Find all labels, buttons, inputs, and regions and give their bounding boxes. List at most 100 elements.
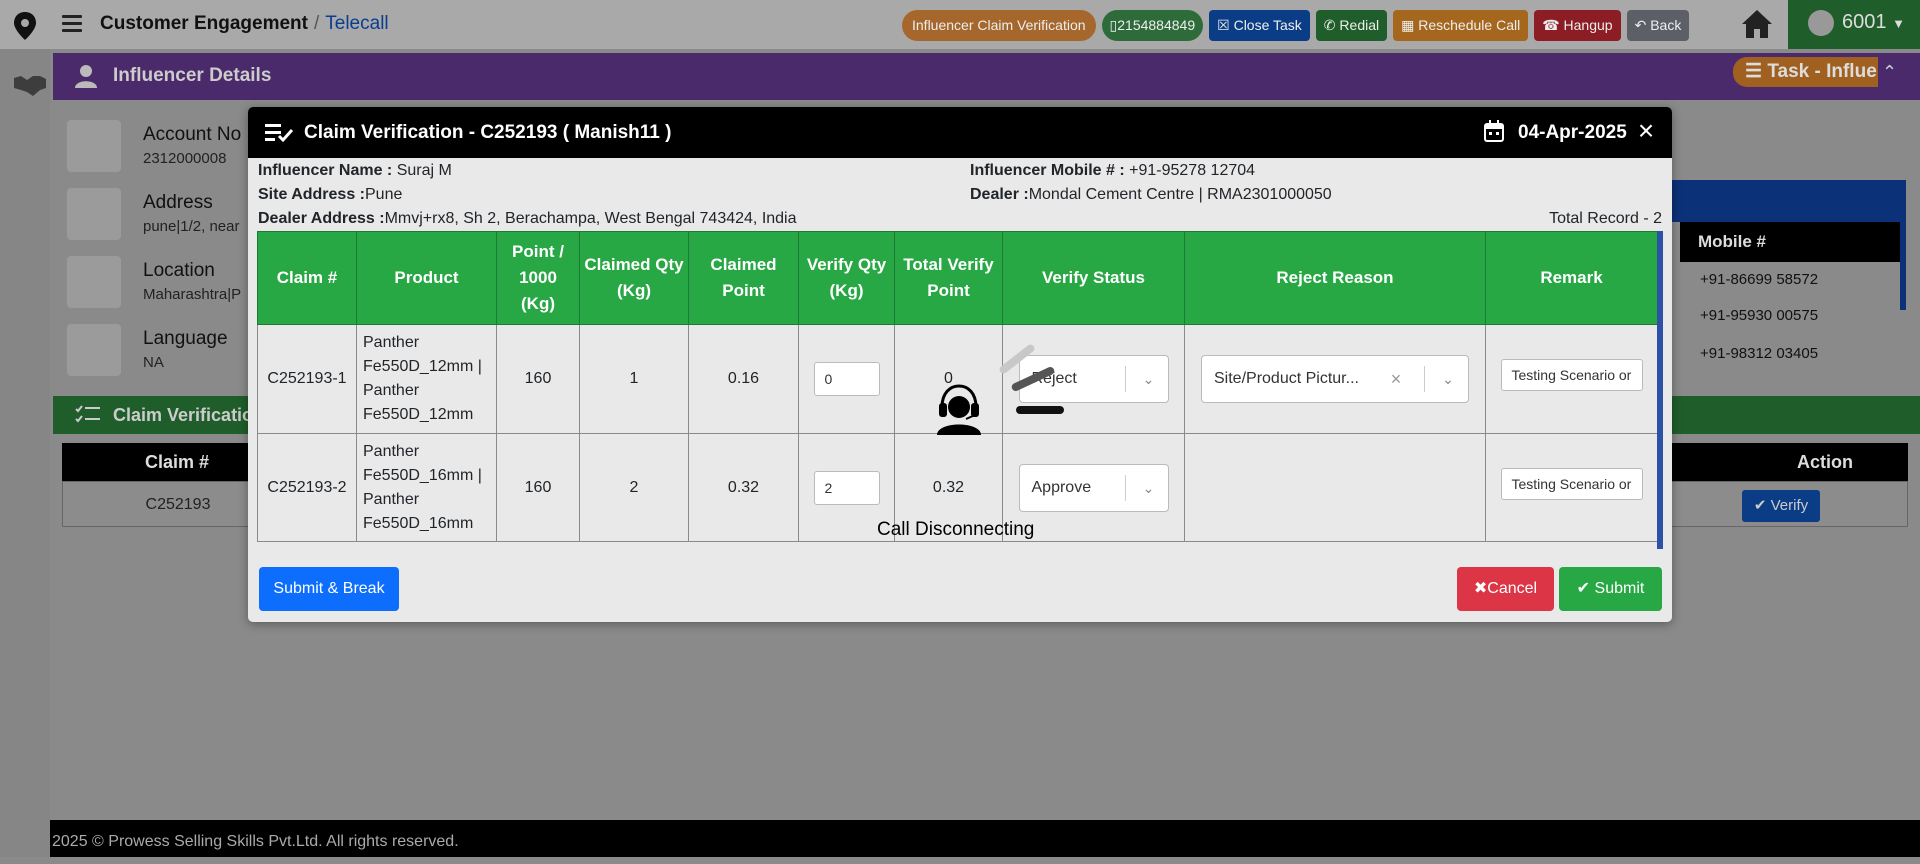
verify-qty-input[interactable]: 2 <box>813 470 880 505</box>
breadcrumb: Customer Engagement / Telecall <box>100 13 389 35</box>
breadcrumb-main: Customer Engagement <box>100 13 308 34</box>
site-address-value: Pune <box>365 186 403 203</box>
dealer-label: Dealer : <box>970 186 1029 203</box>
dealer-address: Dealer Address :Mmvj+rx8, Sh 2, Beracham… <box>258 210 797 228</box>
home-icon[interactable] <box>1740 8 1774 40</box>
col-claimed-qty: Claimed Qty (Kg) <box>579 231 689 325</box>
influencer-info-card: Account No 2312000008 Address pune|1/2, … <box>53 108 253 388</box>
cancel-label: Cancel <box>1487 580 1538 597</box>
chevron-down-icon: ▼ <box>1892 16 1905 31</box>
reschedule-call-button[interactable]: ▦ Reschedule Call <box>1393 10 1529 41</box>
task-pill[interactable]: ☰ Task - Influe <box>1733 57 1878 87</box>
redial-button[interactable]: ✆ Redial <box>1315 10 1388 41</box>
panel-title: Influencer Details <box>113 65 272 86</box>
scrollbar[interactable] <box>1657 231 1663 549</box>
phone-number: 2154884849 <box>1117 17 1196 33</box>
modal-date: 04-Apr-2025 <box>1518 122 1627 143</box>
verify-button[interactable]: ✔ Verify <box>1742 490 1820 522</box>
mobile-cell: +91-86699 58572 <box>1700 271 1819 288</box>
scrollbar[interactable] <box>1900 180 1906 310</box>
dealer-address-label: Dealer Address : <box>258 210 385 227</box>
submit-button[interactable]: ✔ Submit <box>1559 567 1662 611</box>
influencer-details-header[interactable]: Influencer Details <box>53 53 1920 100</box>
info-value: Maharashtra|P <box>143 286 242 303</box>
dealer-value: Mondal Cement Centre | RMA2301000050 <box>1028 186 1332 203</box>
close-task-label: Close Task <box>1233 17 1302 33</box>
verify-status-value: Approve <box>1031 478 1092 496</box>
house-icon <box>67 188 121 240</box>
close-icon: ✖ <box>1473 580 1488 597</box>
action-column-header: Action <box>1797 452 1853 472</box>
col-reject-reason: Reject Reason <box>1184 231 1486 325</box>
col-claimed-point: Claimed Point <box>688 231 799 325</box>
verify-label: Verify <box>1770 497 1809 514</box>
influencer-mobile-label: Influencer Mobile # : <box>970 162 1125 179</box>
chevron-down-icon: ⌄ <box>1142 479 1155 496</box>
chevron-down-icon: ⌄ <box>1142 371 1155 387</box>
close-box-icon: ☒ <box>1217 17 1234 33</box>
site-address: Site Address :Pune <box>258 186 402 204</box>
modal-title: Claim Verification - C252193 ( Manish11 … <box>304 122 672 143</box>
info-value: NA <box>143 354 164 371</box>
loading-spinner-segment <box>1016 406 1064 414</box>
menu-icon[interactable] <box>62 15 82 33</box>
influencer-mobile: Influencer Mobile # : +91-95278 12704 <box>970 162 1255 180</box>
reject-reason-select[interactable]: Site/Product Pictur... × ⌄ <box>1201 355 1469 403</box>
claimed-point-cell: 0.32 <box>688 433 799 542</box>
verify-qty-input[interactable]: 0 <box>813 362 880 396</box>
total-record: Total Record - 2 <box>1549 210 1662 227</box>
col-claim: Claim # <box>257 231 357 325</box>
dealer-address-value: Mmvj+rx8, Sh 2, Berachampa, West Bengal … <box>384 210 797 227</box>
list-check-icon <box>265 124 293 142</box>
verify-status-select[interactable]: Approve ⌄ <box>1018 463 1169 512</box>
claim-cell: C252193-1 <box>257 324 357 434</box>
remark-input[interactable]: Testing Scenario or <box>1500 359 1643 391</box>
claimed-qty-cell: 2 <box>579 433 689 542</box>
mobile-cell: +91-95930 00575 <box>1700 307 1819 324</box>
handshake-icon[interactable] <box>13 72 47 98</box>
avatar <box>1808 9 1834 36</box>
mobile-column-header: Mobile # <box>1680 222 1904 262</box>
clear-icon[interactable]: × <box>1384 356 1408 402</box>
mobile-cell: +91-98312 03405 <box>1700 345 1819 362</box>
product-cell: Panther Fe550D_12mm | Panther Fe550D_12m… <box>356 324 497 434</box>
close-task-button[interactable]: ☒ Close Task <box>1209 10 1310 41</box>
influencer-name-value: Suraj M <box>392 162 452 179</box>
book-icon <box>67 120 121 172</box>
call-status-text: Call Disconnecting <box>877 519 1035 540</box>
footer: 2025 © Prowess Selling Skills Pvt.Ltd. A… <box>50 820 1920 857</box>
remark-cell: Testing Scenario or <box>1485 324 1657 434</box>
modal-header: Claim Verification - C252193 ( Manish11 … <box>248 107 1672 158</box>
checklist-icon <box>75 405 100 423</box>
submit-and-break-button[interactable]: Submit & Break <box>259 567 399 611</box>
chevron-up-icon[interactable]: ⌃ <box>1882 62 1897 83</box>
close-icon[interactable]: × <box>1634 117 1658 145</box>
redial-label: Redial <box>1339 17 1380 33</box>
location-pin-logo-icon[interactable] <box>12 11 38 41</box>
point-cell: 160 <box>496 324 580 434</box>
top-navbar: Customer Engagement / Telecall Influencer … <box>0 0 1920 49</box>
influencer-claim-button[interactable]: Influencer Claim Verification <box>902 10 1096 41</box>
hangup-icon: ☎ <box>1542 17 1564 33</box>
submit-label: Submit <box>1594 580 1645 597</box>
user-menu[interactable]: 6001 ▼ <box>1788 0 1920 49</box>
remark-input[interactable]: Testing Scenario or <box>1500 467 1643 500</box>
info-label: Address <box>143 192 213 213</box>
task-pill-label: Task - Influe <box>1767 61 1877 82</box>
chevron-down-icon: ⌄ <box>1442 371 1454 387</box>
remark-cell: Testing Scenario or <box>1485 433 1657 542</box>
user-id: 6001 <box>1842 11 1887 33</box>
calendar-icon <box>1484 120 1504 142</box>
breadcrumb-sub[interactable]: Telecall <box>325 13 388 34</box>
hangup-button[interactable]: ☎ Hangup <box>1534 10 1621 41</box>
back-button[interactable]: ↶ Back <box>1626 10 1690 41</box>
claim-verification-modal: Claim Verification - C252193 ( Manish11 … <box>248 107 1672 622</box>
info-label: Language <box>143 328 228 349</box>
call-action-buttons: Influencer Claim Verification ▯215488484… <box>902 10 1690 41</box>
influencer-name: Influencer Name : Suraj M <box>258 162 452 180</box>
left-rail <box>0 49 50 857</box>
phone-number-button[interactable]: ▯2154884849 <box>1101 10 1204 41</box>
cancel-button[interactable]: ✖Cancel <box>1457 567 1554 611</box>
back-label: Back <box>1650 17 1682 33</box>
influencer-name-label: Influencer Name : <box>258 162 393 179</box>
